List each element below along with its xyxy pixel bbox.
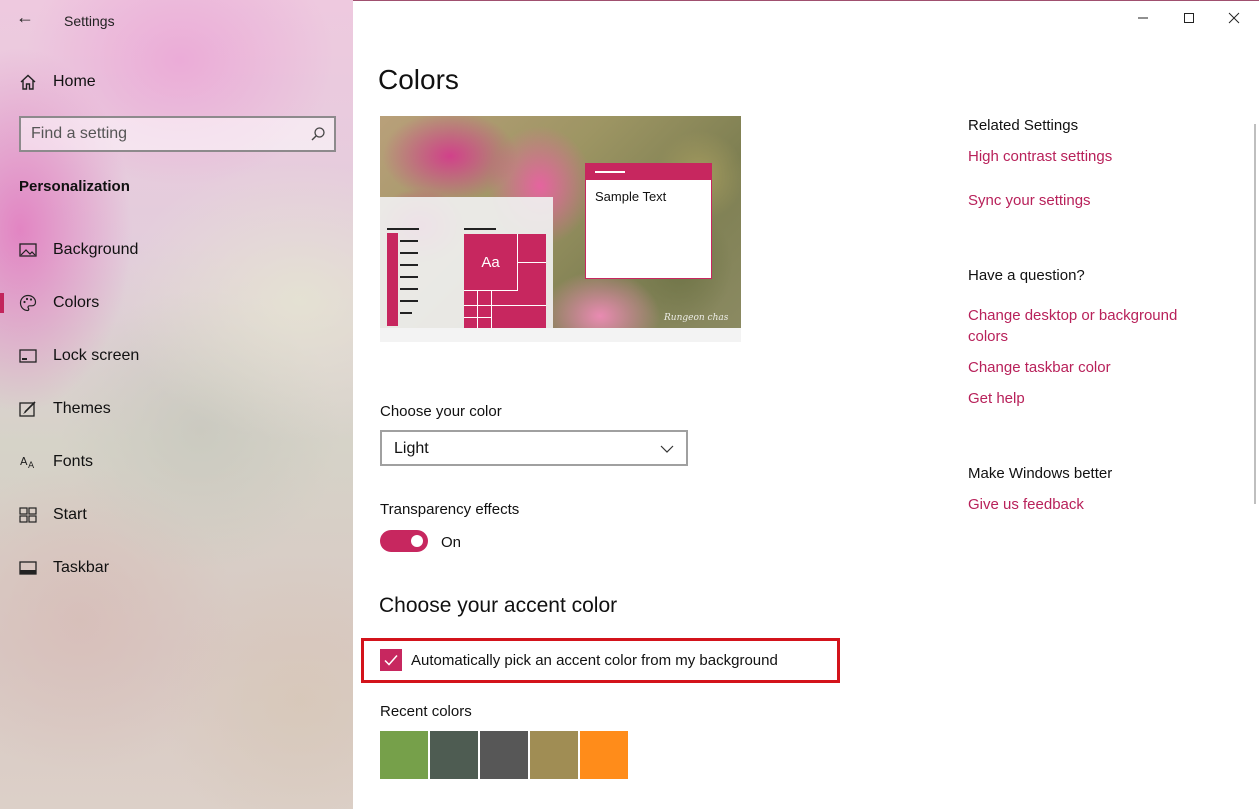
- chevron-down-icon: [660, 445, 674, 453]
- back-arrow-icon: ←: [16, 7, 34, 27]
- back-button[interactable]: ←: [14, 6, 36, 28]
- transparency-toggle[interactable]: [380, 530, 428, 552]
- section-label: Personalization: [19, 178, 130, 195]
- palette-icon: [18, 293, 38, 313]
- preview-strip: [380, 328, 741, 342]
- home-icon: [18, 72, 38, 92]
- preview-start-menu: Aa: [380, 197, 553, 328]
- recent-color-swatch[interactable]: [480, 731, 528, 779]
- svg-text:A: A: [28, 461, 35, 471]
- preview-start-column: [387, 233, 398, 326]
- accent-color-heading: Choose your accent color: [379, 594, 618, 617]
- sidebar-item-background[interactable]: Background: [0, 230, 353, 270]
- preview-line: [400, 276, 418, 278]
- sidebar-item-label: Background: [53, 241, 139, 258]
- maximize-button[interactable]: [1177, 6, 1201, 30]
- sidebar-item-home[interactable]: Home: [0, 62, 353, 102]
- sync-settings-link[interactable]: Sync your settings: [968, 190, 1218, 211]
- page-title: Colors: [378, 64, 459, 95]
- recent-color-swatch[interactable]: [430, 731, 478, 779]
- search-icon[interactable]: [310, 126, 326, 142]
- sidebar: ← Settings Home Personalization Backgrou…: [0, 0, 353, 809]
- scrollbar[interactable]: [1254, 124, 1256, 504]
- auto-accent-checkbox[interactable]: [380, 649, 402, 671]
- sidebar-item-start[interactable]: Start: [0, 495, 353, 535]
- preview-line: [400, 264, 418, 266]
- svg-text:A: A: [20, 455, 28, 468]
- get-help-link[interactable]: Get help: [968, 388, 1218, 409]
- sidebar-item-taskbar[interactable]: Taskbar: [0, 548, 353, 588]
- related-settings-heading: Related Settings: [968, 117, 1079, 134]
- taskbar-icon: [18, 558, 38, 578]
- preview-line: [400, 288, 418, 290]
- search-box[interactable]: [19, 116, 336, 152]
- recent-color-swatch[interactable]: [580, 731, 628, 779]
- transparency-label: Transparency effects: [380, 501, 520, 518]
- checkmark-icon: [384, 655, 398, 666]
- themes-icon: [18, 399, 38, 419]
- minimize-button[interactable]: [1131, 6, 1155, 30]
- tile-divider: [491, 291, 492, 328]
- preview-line: [464, 228, 496, 230]
- high-contrast-link[interactable]: High contrast settings: [968, 146, 1218, 167]
- tile-divider: [477, 291, 478, 328]
- preview-line: [400, 240, 418, 242]
- search-input[interactable]: [31, 124, 301, 144]
- sidebar-item-label: Start: [53, 506, 87, 523]
- recent-color-swatch[interactable]: [380, 731, 428, 779]
- recent-color-swatch[interactable]: [530, 731, 578, 779]
- sidebar-item-label: Home: [53, 73, 96, 90]
- preview-sample-window: Sample Text: [585, 163, 712, 279]
- sidebar-item-colors[interactable]: Colors: [0, 283, 353, 323]
- sidebar-item-label: Taskbar: [53, 559, 110, 576]
- maximize-icon: [1184, 13, 1194, 23]
- toggle-knob: [411, 535, 423, 547]
- image-icon: [18, 240, 38, 260]
- close-icon: [1228, 12, 1240, 24]
- give-feedback-link[interactable]: Give us feedback: [968, 494, 1218, 515]
- preview-line: [387, 228, 419, 230]
- sidebar-item-label: Themes: [53, 400, 111, 417]
- sidebar-item-themes[interactable]: Themes: [0, 389, 353, 429]
- theme-preview: Aa Sample Text Rungeon chas: [380, 116, 741, 342]
- change-taskbar-color-link[interactable]: Change taskbar color: [968, 357, 1218, 378]
- change-desktop-colors-link[interactable]: Change desktop or background colors: [968, 305, 1218, 347]
- tile-divider: [518, 262, 546, 263]
- recent-colors-label: Recent colors: [380, 703, 472, 720]
- preview-sample-titlebar: [586, 164, 711, 180]
- preview-line: [400, 252, 418, 254]
- question-heading: Have a question?: [968, 267, 1085, 284]
- transparency-state: On: [441, 534, 462, 551]
- make-windows-better-heading: Make Windows better: [968, 465, 1113, 482]
- minimize-icon: [1138, 17, 1148, 19]
- start-icon: [18, 505, 38, 525]
- sidebar-item-lock-screen[interactable]: Lock screen: [0, 336, 353, 376]
- sidebar-item-label: Colors: [53, 294, 100, 311]
- choose-color-label: Choose your color: [380, 403, 502, 420]
- fonts-icon: AA: [18, 452, 38, 472]
- auto-accent-label[interactable]: Automatically pick an accent color from …: [411, 652, 778, 669]
- choose-color-dropdown[interactable]: Light: [380, 430, 688, 466]
- app-title: Settings: [64, 13, 115, 29]
- preview-line: [400, 312, 412, 314]
- sidebar-item-label: Lock screen: [53, 347, 140, 364]
- lock-screen-icon: [18, 346, 38, 366]
- preview-sample-text: Sample Text: [595, 189, 667, 204]
- close-button[interactable]: [1222, 6, 1246, 30]
- preview-tiles: Aa: [464, 234, 546, 328]
- tile-divider: [464, 317, 491, 318]
- preview-line: [400, 300, 418, 302]
- choose-color-value: Light: [394, 440, 429, 457]
- sidebar-item-fonts[interactable]: AA Fonts: [0, 442, 353, 482]
- preview-watermark: Rungeon chas: [664, 313, 729, 323]
- preview-tile-text: Aa: [464, 234, 518, 291]
- sidebar-item-label: Fonts: [53, 453, 94, 470]
